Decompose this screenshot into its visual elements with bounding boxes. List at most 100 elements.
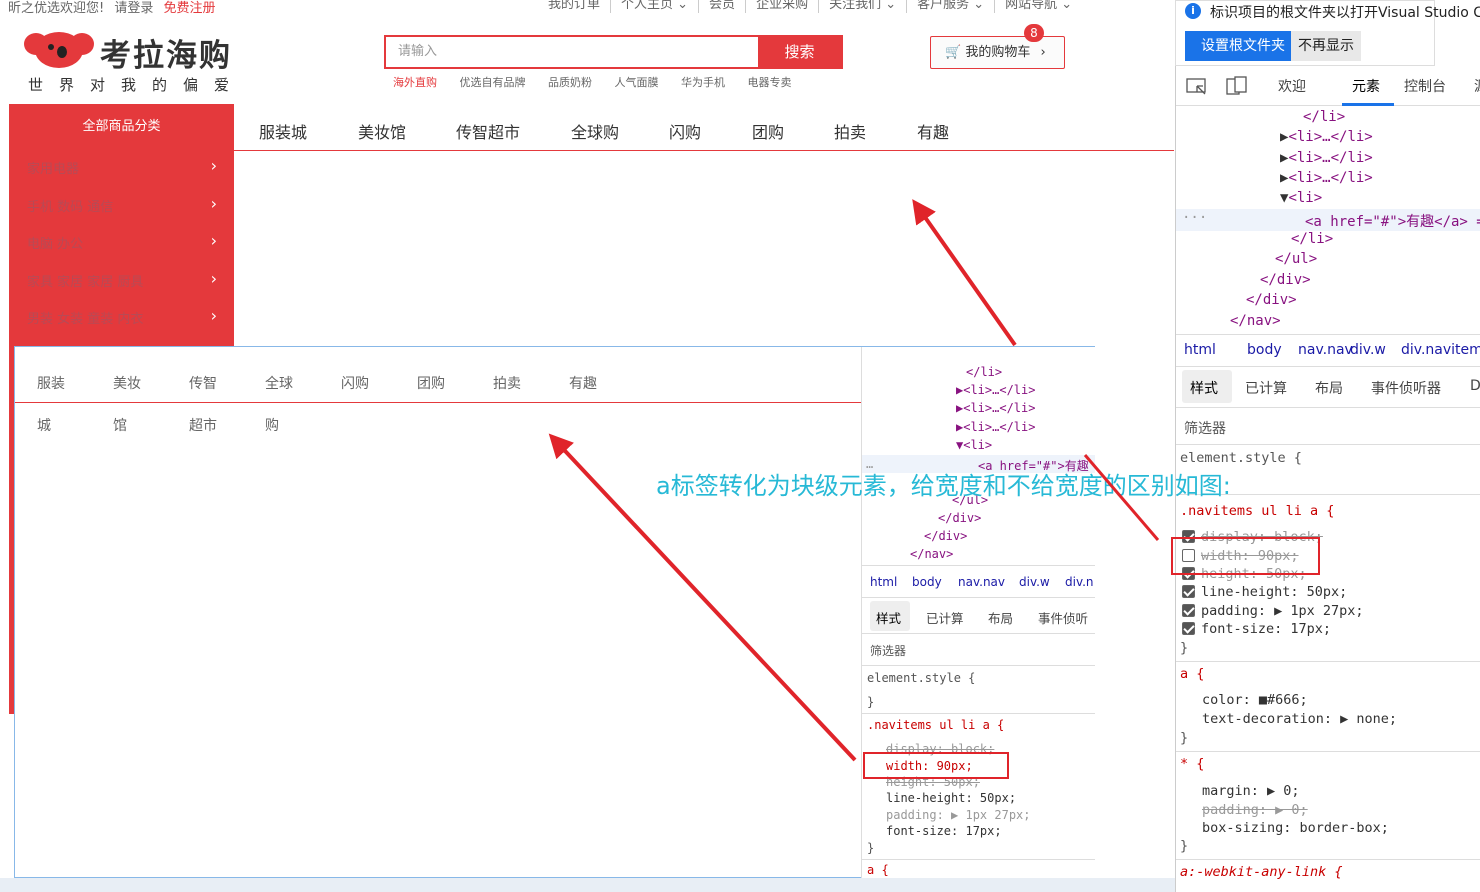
topbar-link-sitemap[interactable]: 网站导航 ⌄	[995, 0, 1082, 13]
dom-line[interactable]: ▼<li>	[956, 438, 992, 452]
inner-nav-item[interactable]: 传智	[189, 373, 217, 393]
login-link[interactable]: 请登录	[114, 1, 153, 16]
nav-item[interactable]: 美妆馆	[358, 119, 406, 143]
register-link[interactable]: 免费注册	[164, 1, 216, 16]
nav-item[interactable]: 拍卖	[834, 119, 866, 143]
inner-nav-item[interactable]: 团购	[417, 373, 445, 393]
cart-button[interactable]: 🛒 我的购物车 ›	[930, 36, 1065, 69]
search-input[interactable]: 请输入	[386, 37, 758, 67]
tab-event-listeners[interactable]: 事件侦听器	[1371, 378, 1441, 398]
dom-line[interactable]: </li>	[1303, 109, 1345, 125]
category-item[interactable]: 家用电器 ›	[27, 156, 217, 177]
tab-styles[interactable]: 样式	[1190, 378, 1218, 398]
dom-line[interactable]: </nav>	[910, 547, 953, 561]
css-property[interactable]: line-height: 50px;	[1201, 584, 1347, 600]
inner-nav-item[interactable]: 服装	[37, 373, 65, 393]
category-header[interactable]: 全部商品分类	[9, 104, 234, 150]
hotword[interactable]: 品质奶粉	[548, 76, 592, 89]
filter-input[interactable]: 筛选器	[1184, 418, 1226, 438]
dom-line[interactable]: ▶<li>…</li>	[1280, 129, 1373, 145]
dom-line[interactable]: </div>	[924, 529, 967, 543]
dom-line[interactable]: </nav>	[1230, 313, 1281, 329]
dom-line[interactable]: ▶<li>…</li>	[956, 401, 1035, 415]
inner-nav-item[interactable]: 拍卖	[493, 373, 521, 393]
dom-line[interactable]: ▶<li>…</li>	[956, 383, 1035, 397]
category-item[interactable]: 家具 家居 家居 厨具 ›	[27, 269, 217, 290]
css-property[interactable]: padding: ▶ 0;	[1202, 802, 1308, 818]
tab-styles[interactable]: 样式	[876, 608, 901, 627]
hotword[interactable]: 优选自有品牌	[460, 76, 526, 89]
topbar-link-member[interactable]: 会员	[699, 0, 747, 13]
tab-layout[interactable]: 布局	[988, 608, 1013, 627]
tab-event-listeners[interactable]: 事件侦听	[1038, 608, 1088, 627]
dom-line[interactable]: ▶<li>…</li>	[956, 420, 1035, 434]
breadcrumb-item[interactable]: nav.nav	[1298, 342, 1353, 358]
dom-line[interactable]: ▶<li>…</li>	[1280, 170, 1373, 186]
tab-elements[interactable]: 元素	[1352, 76, 1380, 96]
dom-line[interactable]: </ul>	[1275, 251, 1317, 267]
nav-item[interactable]: 有趣	[917, 119, 949, 143]
css-selector[interactable]: .navitems ul li a {	[867, 718, 1004, 732]
hotword[interactable]: 华为手机	[681, 76, 725, 89]
dom-line[interactable]: </li>	[966, 365, 1002, 379]
css-selector[interactable]: a {	[1180, 666, 1204, 682]
topbar-link-profile[interactable]: 个人主页 ⌄	[611, 0, 700, 13]
css-property[interactable]: padding: ▶ 1px 27px;	[1201, 603, 1364, 619]
css-property[interactable]: color: ■#666;	[1202, 692, 1308, 708]
breadcrumb-item[interactable]: html	[870, 575, 897, 589]
hotword[interactable]: 海外直购	[393, 76, 437, 89]
topbar-link-orders[interactable]: 我的订单	[548, 0, 612, 13]
more-icon[interactable]: ···	[1182, 210, 1207, 226]
nav-item[interactable]: 传智超市	[456, 119, 520, 143]
dom-line[interactable]: </li>	[1291, 231, 1333, 247]
inner-nav-item[interactable]: 全球	[265, 373, 293, 393]
tab-computed[interactable]: 已计算	[926, 608, 964, 627]
css-property[interactable]: margin: ▶ 0;	[1202, 783, 1300, 799]
nav-item[interactable]: 闪购	[669, 119, 701, 143]
checkbox-checked[interactable]	[1182, 622, 1195, 635]
css-selector[interactable]: * {	[1180, 756, 1204, 772]
search-button[interactable]: 搜索	[758, 37, 841, 67]
site-logo[interactable]: 考拉海购 世界对我的偏爱	[24, 28, 244, 98]
css-property[interactable]: font-size: 17px;	[1201, 621, 1331, 637]
category-item[interactable]: 电脑 办公 ›	[27, 231, 217, 252]
breadcrumb-item[interactable]: html	[1184, 342, 1216, 358]
dom-line[interactable]: </div>	[938, 511, 981, 525]
css-property[interactable]: box-sizing: border-box;	[1202, 820, 1389, 836]
breadcrumb-item[interactable]: div.navitems	[1401, 342, 1480, 358]
tab-layout[interactable]: 布局	[1315, 378, 1343, 398]
breadcrumb-item[interactable]: div.w	[1350, 342, 1386, 358]
css-property[interactable]: text-decoration: ▶ none;	[1202, 711, 1397, 727]
inner-nav-item[interactable]: 有趣	[569, 373, 597, 393]
tab-welcome[interactable]: 欢迎	[1278, 76, 1306, 96]
tab-more[interactable]: D	[1470, 378, 1480, 394]
dom-line[interactable]: <a href="#">有趣</a> =	[1305, 211, 1480, 231]
category-item[interactable]: 男装 女装 童装 内衣 ›	[27, 306, 217, 327]
breadcrumb-item[interactable]: nav.nav	[958, 575, 1005, 589]
breadcrumb-item[interactable]: div.w	[1019, 575, 1050, 589]
css-property[interactable]: padding: ▶ 1px 27px;	[886, 808, 1031, 822]
filter-input[interactable]: 筛选器	[870, 642, 906, 659]
tab-computed[interactable]: 已计算	[1245, 378, 1287, 398]
device-toolbar-icon[interactable]	[1226, 76, 1248, 96]
checkbox-checked[interactable]	[1182, 604, 1195, 617]
hotword[interactable]: 人气面膜	[615, 76, 659, 89]
dom-line[interactable]: ▼<li>	[1280, 190, 1322, 206]
css-property[interactable]: line-height: 50px;	[886, 791, 1016, 805]
tab-console[interactable]: 控制台	[1404, 76, 1446, 96]
dom-line[interactable]: ▶<li>…</li>	[1280, 150, 1373, 166]
nav-item[interactable]: 团购	[752, 119, 784, 143]
category-item[interactable]: 手机 数码 通信 ›	[27, 194, 217, 215]
hotword[interactable]: 电器专卖	[748, 76, 792, 89]
tab-sources[interactable]: 源	[1474, 76, 1480, 96]
breadcrumb-item[interactable]: div.n	[1065, 575, 1094, 589]
dom-line[interactable]: </div>	[1246, 292, 1297, 308]
dont-show-again-button[interactable]: 不再显示	[1291, 31, 1361, 61]
topbar-link-follow[interactable]: 关注我们 ⌄	[819, 0, 908, 13]
topbar-link-service[interactable]: 客户服务 ⌄	[907, 0, 996, 13]
checkbox-checked[interactable]	[1182, 585, 1195, 598]
inner-nav-item[interactable]: 闪购	[341, 373, 369, 393]
nav-item[interactable]: 全球购	[571, 119, 619, 143]
css-property[interactable]: font-size: 17px;	[886, 824, 1002, 838]
topbar-link-enterprise[interactable]: 企业采购	[746, 0, 820, 13]
